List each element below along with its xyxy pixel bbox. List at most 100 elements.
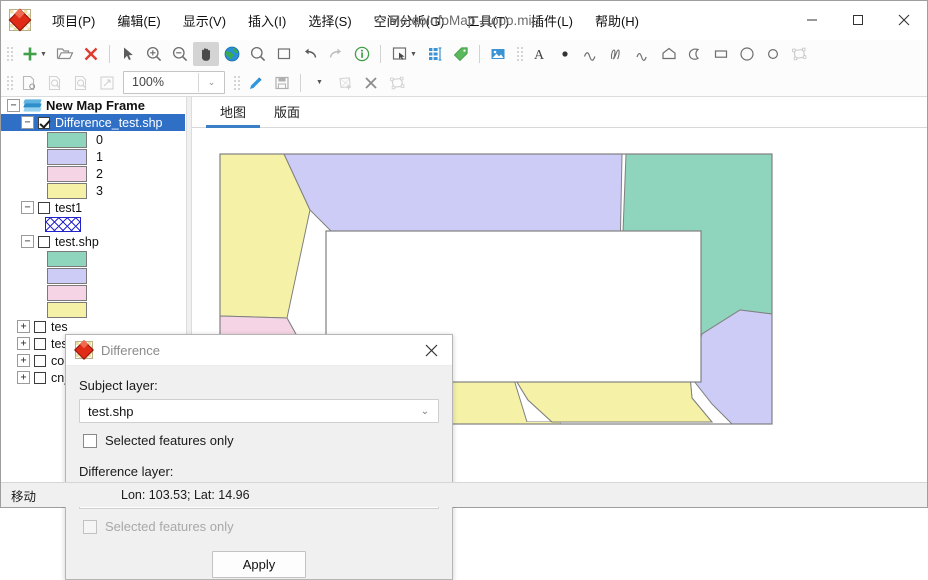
freehand-tool-button[interactable]	[604, 42, 630, 66]
legend-item[interactable]	[1, 250, 185, 267]
expander-icon[interactable]: +	[17, 354, 30, 367]
zoom-out-button[interactable]	[167, 42, 193, 66]
layout-zoom-out-button[interactable]	[68, 71, 94, 95]
circle-tool-button[interactable]	[734, 42, 760, 66]
dialog-close-button[interactable]	[410, 335, 452, 365]
menu-plugins[interactable]: 插件(L)	[520, 8, 584, 33]
identify-magnifier-button[interactable]	[245, 42, 271, 66]
legend-item[interactable]	[1, 216, 185, 233]
zoom-in-button[interactable]	[141, 42, 167, 66]
open-project-button[interactable]	[52, 42, 78, 66]
chevron-down-icon[interactable]: ⌄	[198, 73, 224, 92]
expander-icon[interactable]: −	[7, 99, 20, 112]
zoom-to-rect-button[interactable]	[271, 42, 297, 66]
new-project-button[interactable]: ▼	[16, 42, 52, 66]
tree-layer-test-shp[interactable]: − test.shp	[1, 233, 185, 250]
image-layer-button[interactable]	[485, 42, 511, 66]
expander-icon[interactable]: +	[17, 371, 30, 384]
close-button[interactable]	[881, 1, 927, 39]
redo-view-button[interactable]	[323, 42, 349, 66]
add-feature-button[interactable]	[332, 71, 358, 95]
label-tag-button[interactable]	[448, 42, 474, 66]
polygon-tool-button[interactable]	[656, 42, 682, 66]
legend-item[interactable]: 3	[1, 182, 185, 199]
undo-view-button[interactable]	[297, 42, 323, 66]
legend-item[interactable]	[1, 301, 185, 318]
delete-feature-button[interactable]	[358, 71, 384, 95]
menu-help[interactable]: 帮助(H)	[584, 8, 650, 33]
expander-icon[interactable]: +	[17, 320, 30, 333]
pan-hand-button[interactable]	[193, 42, 219, 66]
delete-feature-icon	[365, 76, 377, 89]
expander-icon[interactable]: +	[17, 337, 30, 350]
zoom-out-icon	[172, 46, 188, 62]
legend-item[interactable]: 2	[1, 165, 185, 182]
expander-icon[interactable]: −	[21, 116, 34, 129]
curve-tool-button[interactable]	[630, 42, 656, 66]
layer-visibility-checkbox[interactable]	[38, 116, 50, 129]
menu-select[interactable]: 选择(S)	[297, 8, 362, 33]
tree-layer-test1[interactable]: − test1	[1, 199, 185, 216]
subject-layer-combo[interactable]: test.shp ⌄	[79, 399, 439, 423]
apply-button[interactable]: Apply	[212, 551, 306, 578]
chevron-down-icon[interactable]: ⌄	[412, 406, 438, 417]
page-setup-button[interactable]	[16, 71, 42, 95]
select-arrow-button[interactable]	[115, 42, 141, 66]
expander-icon[interactable]: −	[21, 201, 34, 214]
zoom-level-combo[interactable]: 100% ⌄	[123, 71, 225, 94]
menu-tools[interactable]: 工具(T)	[455, 8, 520, 33]
graphic-select-button[interactable]	[786, 42, 812, 66]
menu-view[interactable]: 显示(V)	[172, 8, 237, 33]
tab-map[interactable]: 地图	[206, 98, 261, 128]
dialog-titlebar[interactable]: Difference	[66, 335, 452, 366]
edit-vertices-button[interactable]	[384, 71, 410, 95]
legend-item[interactable]: 0	[1, 131, 185, 148]
menu-spatial-analysis[interactable]: 空间分析(G)	[363, 8, 456, 33]
select-features-button[interactable]: ▼	[386, 42, 422, 66]
rectangle-tool-button[interactable]	[708, 42, 734, 66]
layer-visibility-checkbox[interactable]	[34, 337, 46, 350]
subject-selected-only-checkbox[interactable]: Selected features only	[83, 433, 439, 448]
freehand-polygon-button[interactable]	[682, 42, 708, 66]
full-extent-globe-button[interactable]	[219, 42, 245, 66]
menu-project[interactable]: 项目(P)	[41, 8, 106, 33]
edit-pencil-button[interactable]	[243, 71, 269, 95]
layer-visibility-checkbox[interactable]	[38, 235, 50, 248]
layer-visibility-checkbox[interactable]	[34, 371, 46, 384]
remove-layer-button[interactable]	[78, 42, 104, 66]
text-tool-button[interactable]: A	[526, 42, 552, 66]
edit-dropdown-button[interactable]: ▼	[306, 71, 332, 95]
main-toolbar: ▼ ▼ A	[1, 40, 927, 69]
tree-layer-4[interactable]: + tes	[1, 318, 185, 335]
legend-item[interactable]: 1	[1, 148, 185, 165]
layer-visibility-checkbox[interactable]	[34, 320, 46, 333]
expander-icon[interactable]: −	[21, 235, 34, 248]
layer-visibility-checkbox[interactable]	[34, 354, 46, 367]
layout-zoom-in-button[interactable]	[42, 71, 68, 95]
save-edits-button[interactable]	[269, 71, 295, 95]
legend-item[interactable]	[1, 284, 185, 301]
toolbar-grip-icon[interactable]	[5, 73, 14, 92]
maximize-button[interactable]	[835, 1, 881, 39]
redo-view-icon	[329, 48, 341, 58]
layer-visibility-checkbox[interactable]	[38, 201, 50, 214]
ellipse-tool-button[interactable]	[760, 42, 786, 66]
tree-root-map-frame[interactable]: − New Map Frame	[1, 97, 185, 114]
difference-selected-only-checkbox: Selected features only	[83, 519, 439, 534]
legend-item[interactable]	[1, 267, 185, 284]
toolbar-grip-icon[interactable]	[232, 73, 241, 92]
minimize-button[interactable]	[789, 1, 835, 39]
tab-layout[interactable]: 版面	[260, 98, 314, 127]
layout-full-extent-button[interactable]	[94, 71, 120, 95]
point-tool-button[interactable]	[552, 42, 578, 66]
menu-insert[interactable]: 插入(I)	[237, 8, 297, 33]
attribute-table-button[interactable]	[422, 42, 448, 66]
info-button[interactable]	[349, 42, 375, 66]
tree-layer-difference-test[interactable]: − Difference_test.shp	[1, 114, 185, 131]
difference-dialog[interactable]: Difference Subject layer: test.shp ⌄ Sel…	[65, 334, 453, 580]
toolbar-grip-icon[interactable]	[515, 45, 524, 63]
menu-edit[interactable]: 编辑(E)	[106, 8, 171, 33]
polyline-tool-button[interactable]	[578, 42, 604, 66]
subject-layer-value: test.shp	[88, 403, 134, 419]
toolbar-grip-icon[interactable]	[5, 45, 14, 63]
